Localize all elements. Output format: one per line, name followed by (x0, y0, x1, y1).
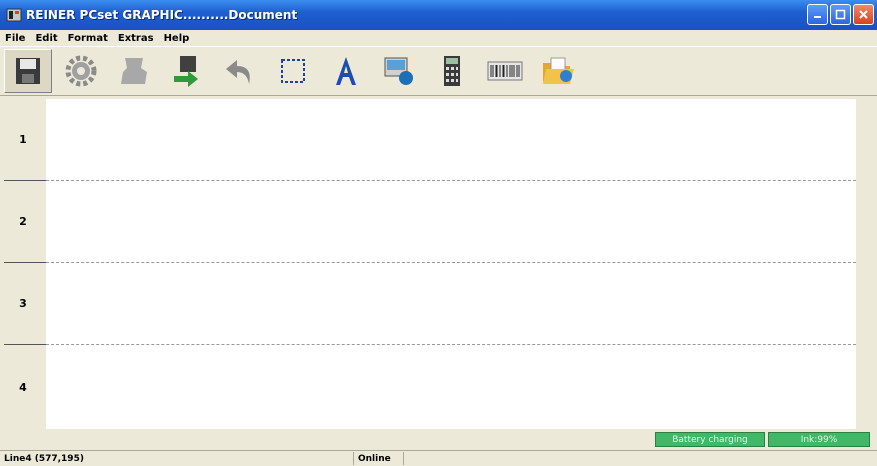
image-button[interactable] (375, 49, 423, 93)
line-separator (46, 344, 856, 345)
calculator-icon (444, 56, 460, 86)
row-number-1: 1 (19, 132, 27, 146)
minimize-icon (814, 16, 821, 18)
undo-icon (226, 60, 250, 84)
line-separator (46, 262, 856, 263)
window-title: REINER PCset GRAPHIC..........Document (26, 8, 298, 22)
battery-status-indicator: Battery charging (655, 432, 765, 447)
stamp-icon (121, 58, 147, 84)
open-folder-button[interactable] (534, 49, 582, 93)
indicator-area: Battery charging Ink:99% (0, 432, 877, 448)
text-button[interactable] (322, 49, 370, 93)
menu-file[interactable]: File (0, 33, 30, 44)
status-bar: Line4 (577,195) Online (0, 450, 877, 466)
cursor-position: Line4 (577,195) (0, 452, 354, 465)
menu-extras[interactable]: Extras (113, 33, 159, 44)
ink-level-indicator: Ink:99% (768, 432, 870, 447)
gear-icon (65, 55, 97, 87)
row-divider (4, 344, 46, 345)
maximize-button[interactable] (830, 4, 851, 25)
calculator-button[interactable] (428, 49, 476, 93)
print-transfer-icon (174, 56, 198, 87)
image-icon (384, 57, 413, 85)
row-number-2: 2 (19, 214, 27, 228)
settings-button[interactable] (57, 49, 105, 93)
connection-status: Online (354, 452, 404, 465)
toolbar (0, 46, 877, 96)
menu-help[interactable]: Help (159, 33, 195, 44)
app-icon (6, 8, 22, 22)
close-icon (859, 10, 868, 19)
selection-rectangle-icon (281, 59, 305, 83)
stamp-button[interactable] (110, 49, 158, 93)
open-folder-icon (543, 57, 574, 84)
menu-bar: File Edit Format Extras Help (0, 30, 877, 46)
row-number-column: 1 2 3 4 (0, 98, 46, 430)
close-button[interactable] (853, 4, 874, 25)
print-canvas[interactable] (46, 99, 856, 429)
menu-format[interactable]: Format (63, 33, 113, 44)
undo-button[interactable] (216, 49, 264, 93)
row-number-4: 4 (19, 380, 27, 394)
print-transfer-button[interactable] (163, 49, 211, 93)
barcode-button[interactable] (481, 49, 529, 93)
line-separator (46, 180, 856, 181)
minimize-button[interactable] (807, 4, 828, 25)
text-icon (336, 57, 356, 85)
row-number-3: 3 (19, 296, 27, 310)
menu-edit[interactable]: Edit (30, 33, 62, 44)
select-rectangle-button[interactable] (269, 49, 317, 93)
save-icon (16, 58, 40, 84)
maximize-icon (835, 9, 846, 20)
title-bar[interactable]: REINER PCset GRAPHIC..........Document (0, 0, 877, 30)
document-area: 1 2 3 4 (0, 98, 877, 430)
barcode-icon (487, 61, 523, 81)
save-button[interactable] (4, 49, 52, 93)
